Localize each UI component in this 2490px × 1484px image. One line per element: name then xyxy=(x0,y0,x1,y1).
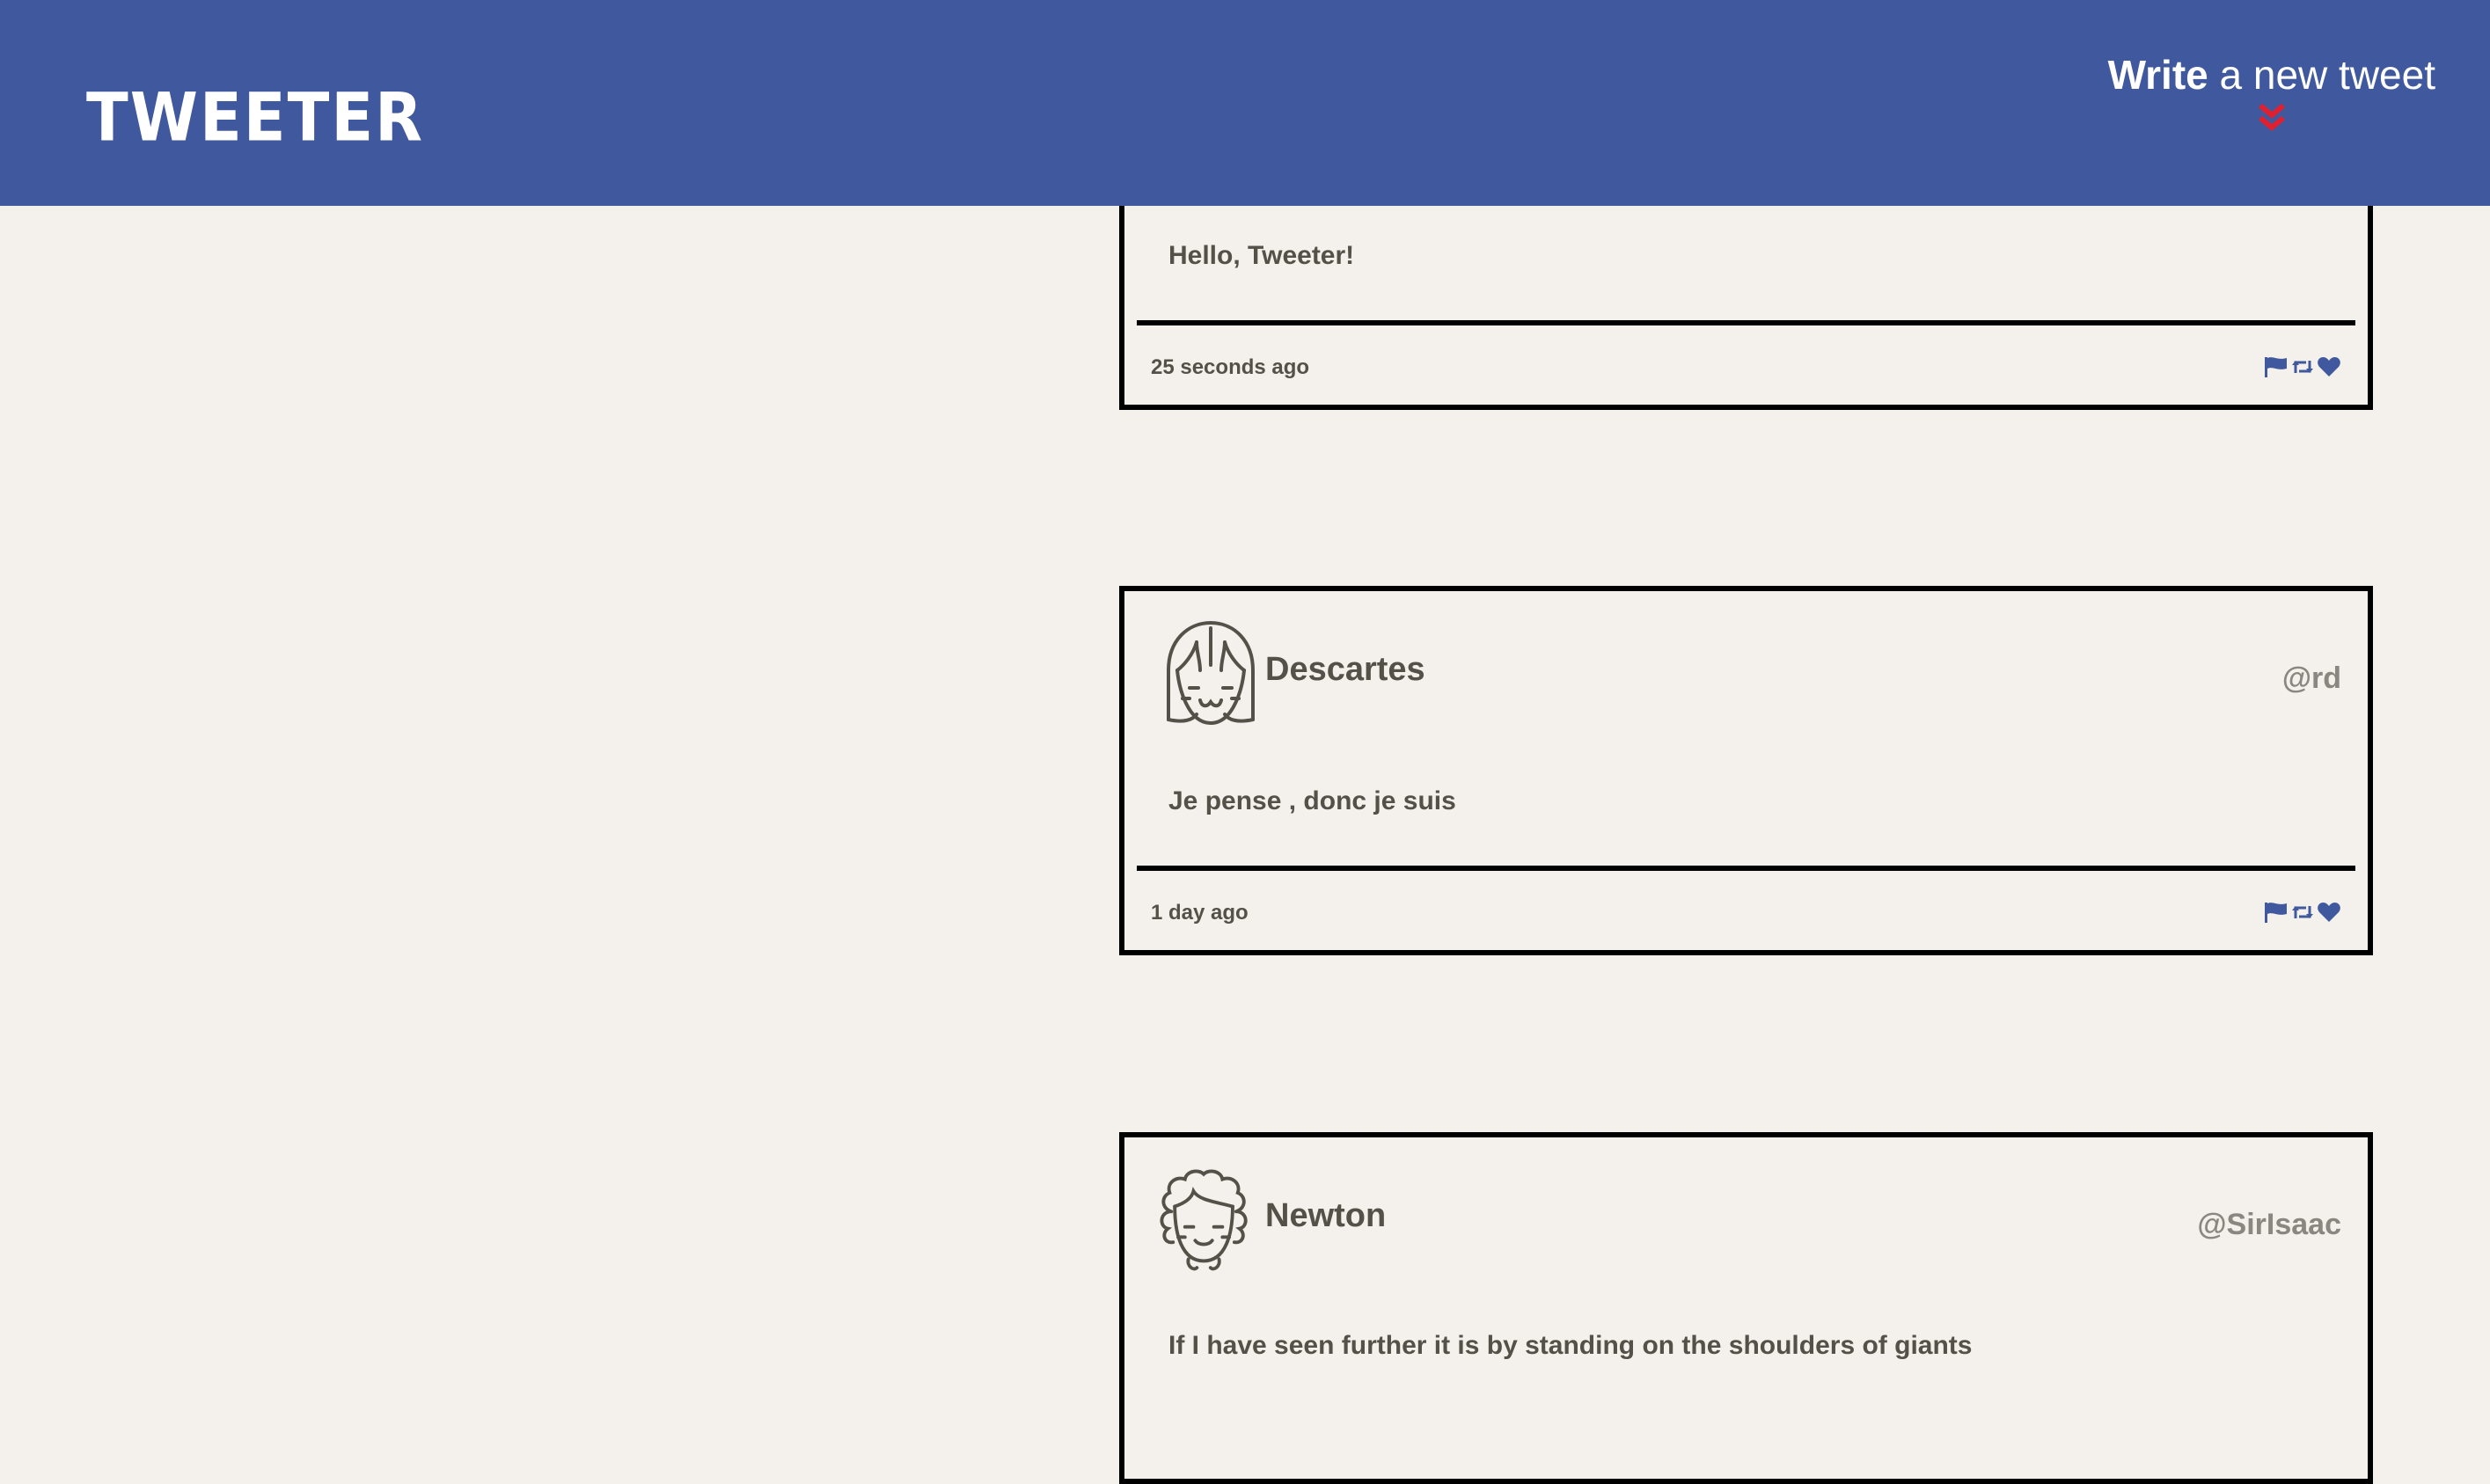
tweet-divider xyxy=(1137,866,2355,871)
compose-label[interactable]: Write a new tweet xyxy=(2108,55,2435,95)
girl-face-avatar xyxy=(1158,616,1263,730)
flag-icon[interactable] xyxy=(2264,901,2289,924)
tweet-text: Hello, Tweeter! xyxy=(1168,241,1355,270)
tweet-card: Newton @SirIsaac If I have seen further … xyxy=(1119,1132,2373,1484)
heart-icon[interactable] xyxy=(2317,355,2341,378)
compose-label-bold[interactable]: Write xyxy=(2108,52,2208,98)
author-name: Newton xyxy=(1265,1197,1387,1234)
flag-icon[interactable] xyxy=(2264,355,2289,378)
tweet-divider xyxy=(1137,320,2355,325)
write-new-tweet-toggle[interactable]: Write a new tweet xyxy=(2108,55,2435,134)
tweet-actions xyxy=(2264,901,2341,924)
app-logo: TWEETER xyxy=(86,78,425,157)
tweet-actions xyxy=(2264,355,2341,378)
heart-icon[interactable] xyxy=(2317,901,2341,924)
tweet-header: Newton @SirIsaac xyxy=(1124,1137,2368,1271)
tweet-text: If I have seen further it is by standing… xyxy=(1168,1331,1973,1360)
double-chevron-down-icon[interactable] xyxy=(2257,102,2287,134)
tweet-card: Descartes @rd Je pense , donc je suis 1 … xyxy=(1119,586,2373,955)
tweet-timestamp: 1 day ago xyxy=(1151,901,1249,925)
author-handle: @rd xyxy=(2281,662,2341,695)
author-handle: @SirIsaac xyxy=(2197,1208,2341,1241)
retweet-icon[interactable] xyxy=(2290,901,2315,924)
compose-label-rest[interactable]: a new tweet xyxy=(2220,52,2435,98)
tweet-text: Je pense , donc je suis xyxy=(1168,786,1456,815)
retweet-icon[interactable] xyxy=(2290,355,2315,378)
author-name: Descartes xyxy=(1265,651,1425,688)
tweet-header: Descartes @rd xyxy=(1124,591,2368,726)
top-navigation-bar: TWEETER Write a new tweet xyxy=(0,0,2490,206)
tweet-timestamp: 25 seconds ago xyxy=(1151,355,1310,379)
curly-hair-face-avatar xyxy=(1153,1162,1258,1276)
